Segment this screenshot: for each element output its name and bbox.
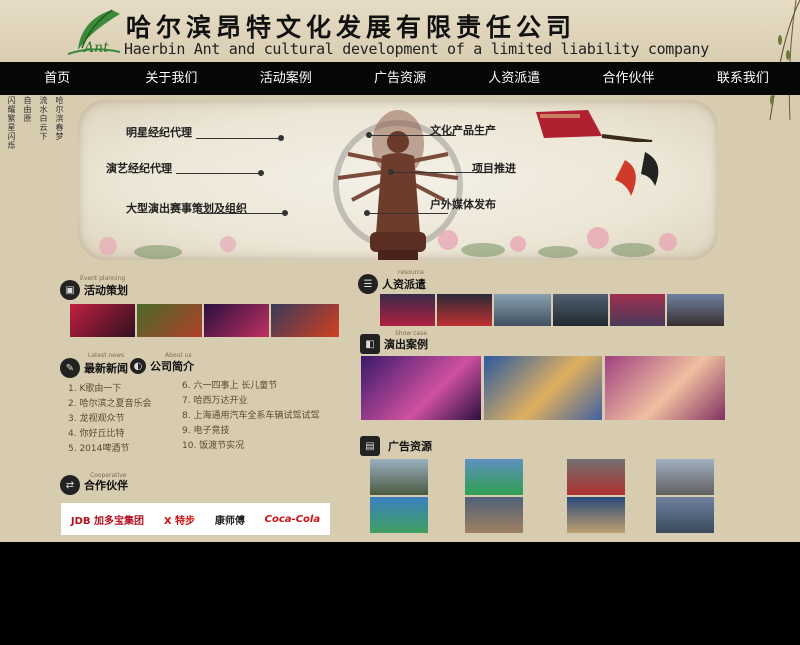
logo-text: Ant [84,40,109,56]
ads-header: ▤ 广告资源 [360,436,432,456]
ad-photo[interactable] [370,497,428,533]
main-nav: 首页 关于我们 活动案例 广告资源 人资派遣 合作伙伴 联系我们 [0,62,800,95]
event-photo[interactable] [137,304,202,337]
company-name-cn: 哈尔滨昂特文化发展有限责任公司 [126,13,577,42]
banner-line [176,173,262,174]
about-header: ◐ 公司简介 [130,358,194,374]
partner-logo-cocacola[interactable]: Coca-Cola [265,514,320,525]
hr-photo[interactable] [494,294,551,326]
show-header: ◧ 演出案例 [360,334,428,354]
banner-label-project: 项目推进 [472,162,516,175]
news-header: ✎ 最新新闻 [60,358,128,378]
event-photo[interactable] [271,304,339,337]
hr-header: ☰ 人资派遣 [358,274,426,294]
hr-photo[interactable] [437,294,492,326]
ad-photo[interactable] [465,459,523,495]
scroll-icon [536,110,653,142]
hr-photo[interactable] [553,294,608,326]
ad-photo[interactable] [567,459,625,495]
partner-logos: JDB 加多宝集团 X 特步 康师傅 Coca-Cola [61,503,330,535]
partner-icon: ⇄ [60,475,80,495]
ad-photo[interactable] [567,497,625,533]
event-planning-title[interactable]: 活动策划 [84,282,128,298]
show-photo[interactable] [484,356,602,420]
lotus-decoration-icon [99,236,236,259]
event-planning-header: ▣ 活动策划 [60,280,128,300]
news-item[interactable]: 4. 你好丘比特 [68,427,151,442]
hr-photo[interactable] [610,294,665,326]
banner-line [196,138,284,139]
banner-dot [278,135,284,141]
hr-photo[interactable] [380,294,435,326]
news-item[interactable]: 3. 龙视观众节 [68,412,151,427]
event-photo[interactable] [70,304,135,337]
event-photo[interactable] [204,304,269,337]
banner-label-performance-agent: 演艺经纪代理 [106,162,172,175]
partner-logo-jdb[interactable]: JDB 加多宝集团 [71,512,144,527]
nav-hr[interactable]: 人资派遣 [457,62,571,95]
nav-ads[interactable]: 广告资源 [343,62,457,95]
news-item[interactable]: 8. 上海通用汽车全系车辆试驾试驾 [182,409,319,424]
news-icon: ✎ [60,358,80,378]
koi-fish-icon [615,152,659,196]
show-photo[interactable] [361,356,481,420]
willow-branch-icon [769,0,800,120]
event-icon: ▣ [60,280,80,300]
news-list-right: 6. 六一四事上 长儿童节 7. 哈西万达开业 8. 上海通用汽车全系车辆试驾试… [182,379,319,454]
ad-photo[interactable] [656,497,714,533]
nav-partners[interactable]: 合作伙伴 [571,62,685,95]
vertical-text-3: 流水白云下 [39,96,48,141]
banner-label-culture-products: 文化产品生产 [430,124,496,137]
vertical-text-2: 自由原 [23,96,32,123]
about-icon: ◐ [130,358,146,374]
nav-contact[interactable]: 联系我们 [686,62,800,95]
show-photo[interactable] [605,356,725,420]
partner-title[interactable]: 合作伙伴 [84,477,128,493]
vertical-text-1: 闪耀繁星闪烁 [7,96,16,150]
news-item[interactable]: 9. 电子竞技 [182,424,319,439]
show-title[interactable]: 演出案例 [384,336,428,352]
company-name-en: Haerbin Ant and cultural development of … [124,40,709,58]
news-item[interactable]: 1. K歌由一下 [68,382,151,397]
banner-dot [282,210,288,216]
banner-line [198,213,286,214]
partner-logo-xtep[interactable]: X 特步 [164,512,195,527]
nav-about[interactable]: 关于我们 [114,62,228,95]
news-item[interactable]: 10. 饭渡节实况 [182,439,319,454]
hr-title[interactable]: 人资派遣 [382,276,426,292]
about-title[interactable]: 公司简介 [150,358,194,374]
vertical-text-4: 哈尔滨春梦 [55,96,64,141]
news-item[interactable]: 6. 六一四事上 长儿童节 [182,379,319,394]
ad-photo[interactable] [465,497,523,533]
nav-cases[interactable]: 活动案例 [229,62,343,95]
ad-photo[interactable] [656,459,714,495]
ad-photo[interactable] [370,459,428,495]
ads-icon: ▤ [360,436,380,456]
news-item[interactable]: 7. 哈西万达开业 [182,394,319,409]
hr-icon: ☰ [358,274,378,294]
lotus-decoration-icon [438,227,677,258]
page: Ant 哈尔滨昂特文化发展有限责任公司 Haerbin Ant and cult… [0,0,800,542]
header: Ant 哈尔滨昂特文化发展有限责任公司 Haerbin Ant and cult… [0,0,800,120]
banner-label-star-agent: 明星经纪代理 [126,126,192,139]
news-item[interactable]: 2. 哈尔滨之夏音乐会 [68,397,151,412]
news-list-left: 1. K歌由一下 2. 哈尔滨之夏音乐会 3. 龙视观众节 4. 你好丘比特 5… [68,382,151,457]
ads-title[interactable]: 广告资源 [388,438,432,454]
banner-dot [258,170,264,176]
show-icon: ◧ [360,334,380,354]
partner-logo-master-kong[interactable]: 康师傅 [215,512,245,527]
nav-home[interactable]: 首页 [0,62,114,95]
hr-photo[interactable] [667,294,724,326]
news-item[interactable]: 5. 2014啤酒节 [68,442,151,457]
news-title[interactable]: 最新新闻 [84,360,128,376]
partner-header: ⇄ 合作伙伴 [60,475,128,495]
